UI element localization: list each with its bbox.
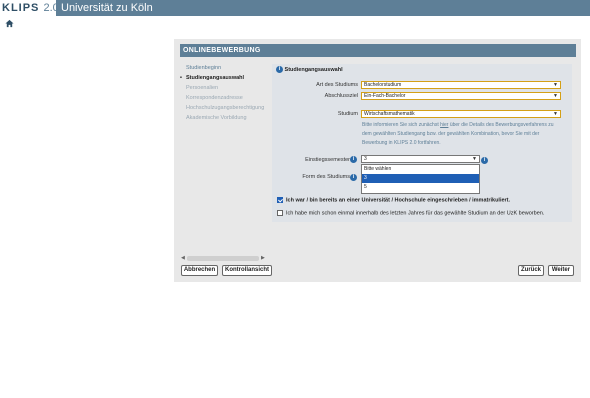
top-bar: KLIPS 2.0 Universität zu Köln xyxy=(0,0,590,16)
dropdown-option-selected[interactable]: 3 xyxy=(362,174,479,183)
info-text: Bitte informieren Sie sich zunächst hier… xyxy=(362,121,562,148)
scrollbar-thumb[interactable] xyxy=(187,256,259,261)
abbrechen-button[interactable]: Abbrechen xyxy=(181,265,218,276)
einstiegssemester-select[interactable]: 3 ▼ xyxy=(361,155,480,163)
einstiegssemester-value: 3 xyxy=(364,156,367,162)
info-icon[interactable]: i xyxy=(350,156,357,163)
logo-text: KLIPS xyxy=(2,2,40,14)
chevron-down-icon: ▼ xyxy=(553,111,558,117)
abschlussziel-label: Abschlussziel xyxy=(324,93,358,99)
dropdown-option[interactable]: 5 xyxy=(362,183,479,192)
chevron-down-icon: ▼ xyxy=(553,82,558,88)
info-icon[interactable]: i xyxy=(350,174,357,181)
einstiegssemester-dropdown[interactable]: Bitte wählen 3 5 xyxy=(361,164,480,194)
zurueck-button[interactable]: Zurück xyxy=(518,265,544,276)
info-icon[interactable]: i xyxy=(481,157,488,164)
eingeschrieben-label: Ich war / bin bereits an einer Universit… xyxy=(286,197,511,204)
beworben-checkbox[interactable] xyxy=(277,210,283,216)
panel-title-text: Studiengangsauswahl xyxy=(284,67,343,73)
form-des-studiums-label: Form des Studiums xyxy=(302,174,350,180)
page-title: ONLINEBEWERBUNG xyxy=(180,44,576,57)
chevron-down-icon: ▼ xyxy=(472,156,477,162)
beworben-label: Ich habe mich schon einmal innerhalb des… xyxy=(286,210,545,217)
einstiegssemester-label: Einstiegssemester xyxy=(305,157,350,163)
eingeschrieben-checkbox[interactable] xyxy=(277,197,283,203)
art-des-studiums-select[interactable]: Bachelorstudium ▼ xyxy=(361,81,561,89)
nav-item-studiengangsauswahl[interactable]: Studiengangsauswahl xyxy=(180,73,270,83)
home-icon[interactable] xyxy=(5,19,14,28)
abschlussziel-select[interactable]: Ein-Fach-Bachelor ▼ xyxy=(361,92,561,100)
studium-value: Wirtschaftsmathematik xyxy=(364,111,415,117)
studium-select[interactable]: Wirtschaftsmathematik ▼ xyxy=(361,110,561,118)
kontrollansicht-button[interactable]: Kontrollansicht xyxy=(222,265,272,276)
checkbox-row-beworben: Ich habe mich schon einmal innerhalb des… xyxy=(277,210,544,216)
panel-title: i Studiengangsauswahl xyxy=(276,66,343,75)
studium-label: Studium xyxy=(337,111,358,117)
nav-item-studienbeginn[interactable]: Studienbeginn xyxy=(180,63,270,73)
scroll-left-icon[interactable]: ◀ xyxy=(181,255,185,261)
step-navigation: Studienbeginn Studiengangsauswahl Persoe… xyxy=(180,63,270,123)
dropdown-option[interactable]: Bitte wählen xyxy=(362,165,479,174)
art-des-studiums-label: Art des Studiums xyxy=(316,82,358,88)
scroll-right-icon[interactable]: ▶ xyxy=(261,255,265,261)
horizontal-scrollbar[interactable]: ◀ ▶ xyxy=(181,255,266,261)
abschlussziel-value: Ein-Fach-Bachelor xyxy=(364,93,406,99)
nav-item-persoenalien: Persoenalien xyxy=(186,85,219,91)
nav-item-korrespondenzadresse: Korrespondenzadresse xyxy=(186,95,243,101)
university-name: Universität zu Köln xyxy=(61,2,153,14)
info-text-prefix: Bitte informieren Sie sich zunächst xyxy=(362,122,441,128)
nav-item-hochschulzugangsberechtigung: Hochschulzugangsberechtigung xyxy=(186,105,265,111)
weiter-button[interactable]: Weiter xyxy=(548,265,574,276)
logo-version: 2.0 xyxy=(43,2,56,14)
checkbox-row-eingeschrieben: Ich war / bin bereits an einer Universit… xyxy=(277,197,510,203)
chevron-down-icon: ▼ xyxy=(553,93,558,99)
art-des-studiums-value: Bachelorstudium xyxy=(364,82,402,88)
info-icon[interactable]: i xyxy=(276,66,283,74)
klips-logo[interactable]: KLIPS 2.0 xyxy=(0,0,56,16)
nav-item-akademische-vorbildung: Akademische Vorbildung xyxy=(186,115,247,121)
